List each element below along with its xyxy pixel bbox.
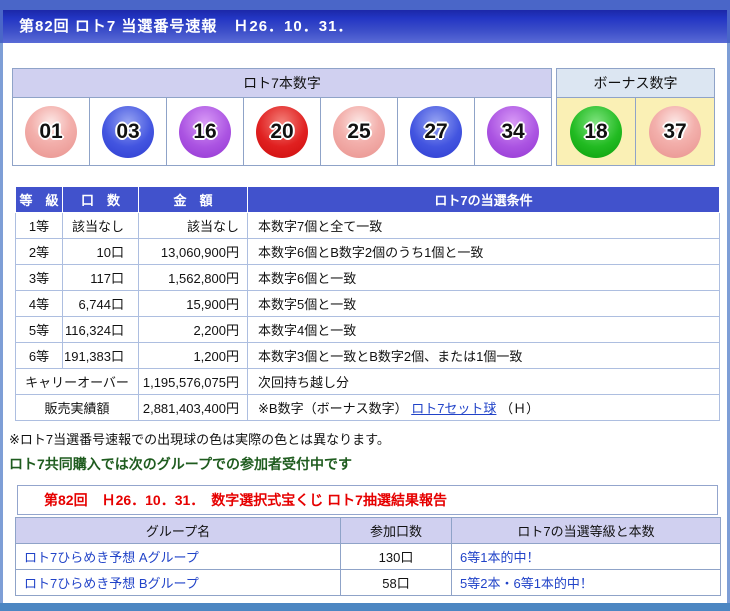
bonus-ball: 18: [570, 106, 622, 158]
table-row: 2等 10口 13,060,900円 本数字6個とB数字2個のうち1個と一致: [16, 239, 720, 265]
lotto-ball: 20: [256, 106, 308, 158]
condition-cell: 本数字4個と一致: [248, 317, 720, 343]
top-strip: [0, 0, 730, 10]
prize-table: 等 級 口 数 金 額 ロト7の当選条件 1等 該当なし 該当なし 本数字7個と…: [15, 186, 720, 421]
table-row: 1等 該当なし 該当なし 本数字7個と全て一致: [16, 213, 720, 239]
condition-cell: 本数字5個と一致: [248, 291, 720, 317]
col-header-group-name: グループ名: [16, 518, 341, 544]
color-note: ※ロト7当選番号速報での出現球の色は実際の色とは異なります。: [9, 429, 727, 448]
bonus-numbers-header: ボーナス数字: [557, 69, 715, 98]
sales-note-suffix: （Ｈ）: [500, 401, 539, 416]
carryover-note: 次回持ち越し分: [248, 369, 720, 395]
sales-note-prefix: ※B数字（ボーナス数字）: [258, 401, 408, 416]
sales-note: ※B数字（ボーナス数字） ロト7セット球 （Ｈ）: [248, 395, 720, 421]
tier-cell: 3等: [16, 265, 63, 291]
group-name-cell: ロト7ひらめき予想 Bグループ: [16, 570, 341, 596]
carryover-amount: 1,195,576,075円: [139, 369, 248, 395]
units-cell: 10口: [63, 239, 139, 265]
lotto-ball: 03: [102, 106, 154, 158]
bonus-ball-cell: 37: [636, 98, 715, 166]
table-row: 6等 191,383口 1,200円 本数字3個と一致とB数字2個、または1個一…: [16, 343, 720, 369]
lotto-ball-cell: 01: [13, 98, 90, 166]
lotto-ball: 25: [333, 106, 385, 158]
amount-cell: 13,060,900円: [139, 239, 248, 265]
units-cell: 6,744口: [63, 291, 139, 317]
carryover-label: キャリーオーバー: [16, 369, 139, 395]
main-numbers-header: ロト7本数字: [13, 69, 552, 98]
condition-cell: 本数字6個と一致: [248, 265, 720, 291]
report-title: 第82回 Ｈ26．10．31． 数字選択式宝くじ ロト7抽選結果報告: [17, 485, 718, 515]
col-header-condition: ロト7の当選条件: [248, 187, 720, 213]
bottom-bar: [0, 603, 730, 611]
lotto-ball-cell: 20: [244, 98, 321, 166]
col-header-amount: 金 額: [139, 187, 248, 213]
lotto-ball-cell: 34: [475, 98, 552, 166]
group-units-cell: 58口: [341, 570, 452, 596]
content-area: ロト7本数字 01 03 16 20 25 27 34 ボーナス数字 18: [0, 43, 730, 603]
col-header-units: 口 数: [63, 187, 139, 213]
bonus-ball: 37: [649, 106, 701, 158]
group-row: ロト7ひらめき予想 Aグループ 130口 6等1本的中！: [16, 544, 721, 570]
group-result-cell: 6等1本的中！: [452, 544, 721, 570]
bonus-ball-cell: 18: [557, 98, 636, 166]
condition-cell: 本数字7個と全て一致: [248, 213, 720, 239]
winning-numbers-section: ロト7本数字 01 03 16 20 25 27 34 ボーナス数字 18: [12, 68, 727, 166]
tier-cell: 1等: [16, 213, 63, 239]
units-cell: 該当なし: [63, 213, 139, 239]
lotto-ball: 16: [179, 106, 231, 158]
main-numbers-table: ロト7本数字 01 03 16 20 25 27 34: [12, 68, 552, 166]
lotto-ball-cell: 16: [167, 98, 244, 166]
group-result-cell: 5等2本・6等1本的中！: [452, 570, 721, 596]
tier-cell: 2等: [16, 239, 63, 265]
lotto-ball: 34: [487, 106, 539, 158]
amount-cell: 15,900円: [139, 291, 248, 317]
amount-cell: 1,200円: [139, 343, 248, 369]
col-header-tier: 等 級: [16, 187, 63, 213]
tier-cell: 4等: [16, 291, 63, 317]
amount-cell: 1,562,800円: [139, 265, 248, 291]
group-name-cell: ロト7ひらめき予想 Aグループ: [16, 544, 341, 570]
col-header-group-result: ロト7の当選等級と本数: [452, 518, 721, 544]
lotto-ball-cell: 25: [321, 98, 398, 166]
page-title: 第82回 ロト7 当選番号速報 Ｈ26．10．31．: [3, 10, 727, 43]
lotto-ball-cell: 03: [90, 98, 167, 166]
bonus-numbers-table: ボーナス数字 18 37: [556, 68, 715, 166]
sales-row: 販売実績額 2,881,403,400円 ※B数字（ボーナス数字） ロト7セット…: [16, 395, 720, 421]
amount-cell: 該当なし: [139, 213, 248, 239]
sales-label: 販売実績額: [16, 395, 139, 421]
lotto-ball-cell: 27: [398, 98, 475, 166]
units-cell: 116,324口: [63, 317, 139, 343]
col-header-group-units: 参加口数: [341, 518, 452, 544]
group-table: グループ名 参加口数 ロト7の当選等級と本数 ロト7ひらめき予想 Aグループ 1…: [15, 517, 721, 596]
page: 第82回 ロト7 当選番号速報 Ｈ26．10．31． ロト7本数字 01 03 …: [0, 0, 730, 611]
condition-cell: 本数字6個とB数字2個のうち1個と一致: [248, 239, 720, 265]
amount-cell: 2,200円: [139, 317, 248, 343]
units-cell: 117口: [63, 265, 139, 291]
table-row: 3等 117口 1,562,800円 本数字6個と一致: [16, 265, 720, 291]
group-purchase-note: ロト7共同購入では次のグループでの参加者受付中です: [9, 454, 727, 474]
lotto-ball: 01: [25, 106, 77, 158]
lotto-ball: 27: [410, 106, 462, 158]
tier-cell: 6等: [16, 343, 63, 369]
table-row: 5等 116,324口 2,200円 本数字4個と一致: [16, 317, 720, 343]
carryover-row: キャリーオーバー 1,195,576,075円 次回持ち越し分: [16, 369, 720, 395]
group-a-link[interactable]: ロト7ひらめき予想 Aグループ: [24, 550, 199, 565]
sales-amount: 2,881,403,400円: [139, 395, 248, 421]
prize-table-header-row: 等 級 口 数 金 額 ロト7の当選条件: [16, 187, 720, 213]
group-units-cell: 130口: [341, 544, 452, 570]
tier-cell: 5等: [16, 317, 63, 343]
set-ball-link[interactable]: ロト7セット球: [411, 401, 496, 416]
group-b-link[interactable]: ロト7ひらめき予想 Bグループ: [24, 576, 199, 591]
group-row: ロト7ひらめき予想 Bグループ 58口 5等2本・6等1本的中！: [16, 570, 721, 596]
units-cell: 191,383口: [63, 343, 139, 369]
group-table-header-row: グループ名 参加口数 ロト7の当選等級と本数: [16, 518, 721, 544]
condition-cell: 本数字3個と一致とB数字2個、または1個一致: [248, 343, 720, 369]
table-row: 4等 6,744口 15,900円 本数字5個と一致: [16, 291, 720, 317]
